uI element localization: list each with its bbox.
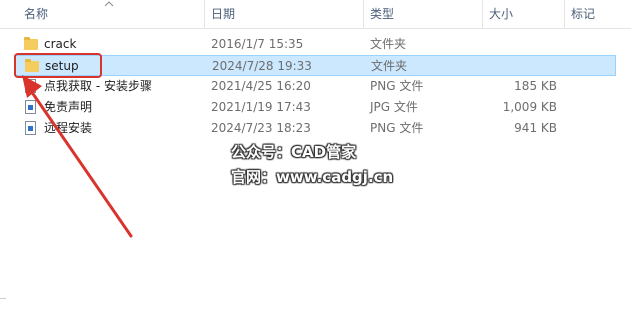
annotation-arrow-icon [22,75,133,238]
divider [0,298,6,299]
